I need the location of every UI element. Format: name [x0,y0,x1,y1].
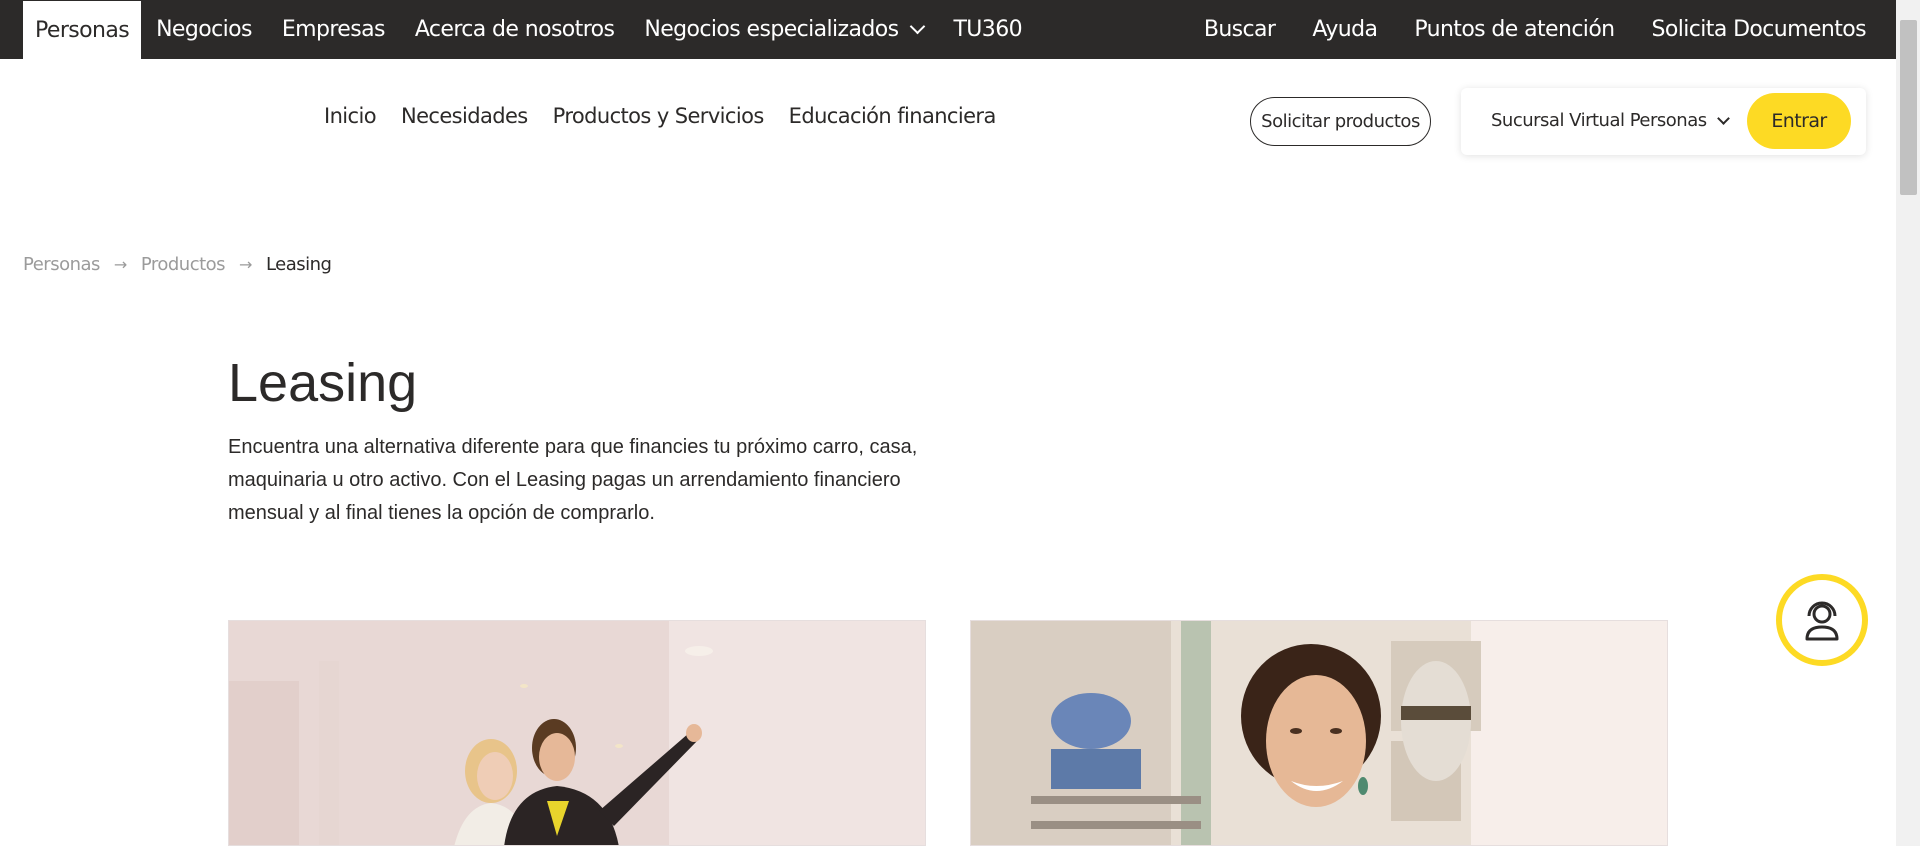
woman-photo-illustration [971,621,1667,845]
nav-educacion-financiera[interactable]: Educación financiera [789,104,997,128]
request-products-button[interactable]: Solicitar productos [1250,97,1431,146]
service-points-link[interactable]: Puntos de atención [1414,17,1615,42]
page-description: Encuentra una alternativa diferente para… [228,436,918,524]
secondary-navigation: Inicio Necesidades Productos y Servicios… [324,104,1021,128]
nav-inicio[interactable]: Inicio [324,104,377,128]
page-title: Leasing [228,353,418,413]
arrow-right-icon: → [113,255,127,274]
scrollbar-thumb[interactable] [1900,20,1917,195]
tab-empresas[interactable]: Empresas [267,0,400,59]
enter-button[interactable]: Entrar [1747,93,1851,149]
request-documents-link[interactable]: Solicita Documentos [1652,17,1867,42]
leasing-business-card-image[interactable] [970,620,1668,846]
chevron-down-icon [1716,111,1730,125]
top-navigation-bar: Personas Negocios Empresas Acerca de nos… [0,0,1896,59]
nav-necesidades[interactable]: Necesidades [401,104,528,128]
chat-assistant-button[interactable] [1776,574,1868,666]
tab-personas[interactable]: Personas [23,1,142,59]
tab-negocios-especializados-label: Negocios especializados [644,17,899,42]
utility-links: Buscar Ayuda Puntos de atención Solicita… [1167,0,1867,58]
search-link[interactable]: Buscar [1204,17,1276,42]
help-link[interactable]: Ayuda [1312,17,1378,42]
arrow-right-icon: → [239,255,252,274]
breadcrumb: Personas → Productos → Leasing [23,254,332,275]
tab-acerca-de-nosotros[interactable]: Acerca de nosotros [400,0,630,59]
chevron-down-icon [910,18,926,35]
virtual-branch-login-box: Sucursal Virtual Personas Entrar [1461,88,1866,155]
breadcrumb-personas[interactable]: Personas [23,254,100,275]
tab-tu360[interactable]: TU360 [938,0,1037,59]
couple-photo-illustration [229,621,925,845]
page-scrollbar[interactable] [1896,0,1920,846]
breadcrumb-leasing: Leasing [265,254,332,275]
virtual-branch-select[interactable]: Sucursal Virtual Personas [1491,110,1730,131]
tab-negocios[interactable]: Negocios [141,0,267,59]
leasing-housing-card-image[interactable] [228,620,926,846]
virtual-branch-label: Sucursal Virtual Personas [1491,110,1707,131]
nav-productos-y-servicios[interactable]: Productos y Servicios [553,104,765,128]
tab-negocios-especializados[interactable]: Negocios especializados [629,0,938,59]
breadcrumb-productos[interactable]: Productos [141,254,226,275]
segment-tabs: Personas Negocios Empresas Acerca de nos… [23,0,1037,59]
person-headset-icon [1805,601,1839,641]
